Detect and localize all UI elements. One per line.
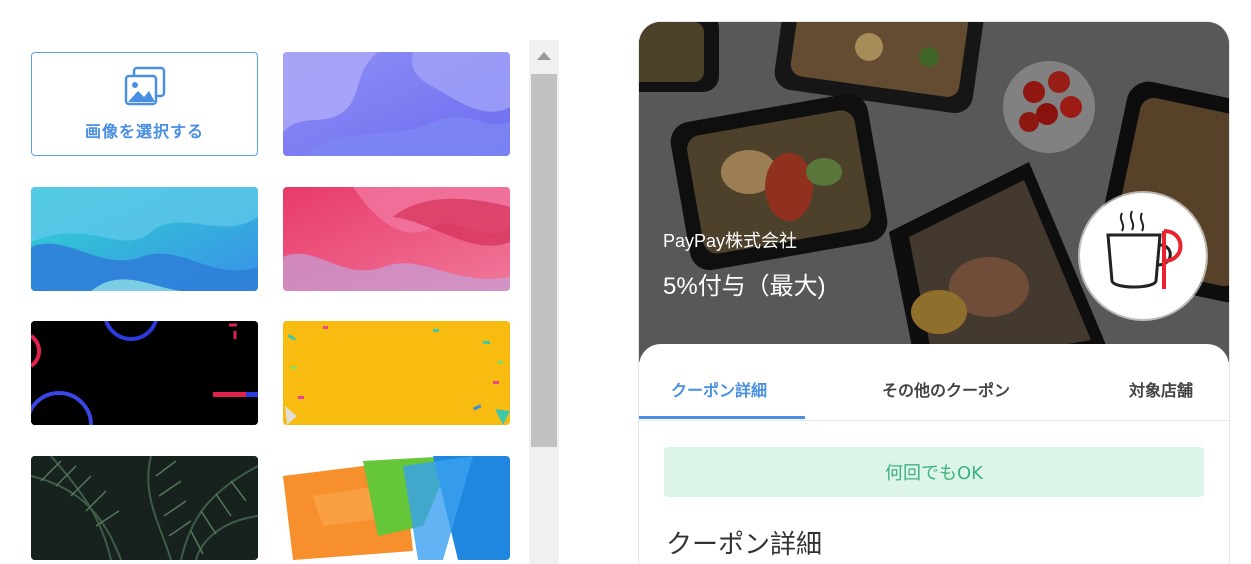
coupon-hero-image: PayPay株式会社 5%付与（最大) [639,22,1229,362]
coupon-benefit: 5%付与（最大) [663,273,826,300]
image-icon [124,66,166,110]
tab-coupon-details[interactable]: クーポン詳細 [671,377,767,401]
background-thumbnail[interactable] [31,456,258,560]
background-thumbnail[interactable] [283,321,510,425]
coupon-detail-sheet: クーポン詳細 その他のクーポン 対象店舗 何回でもOK クーポン詳細 [639,344,1229,564]
coupon-tabs: クーポン詳細 その他のクーポン 対象店舗 [639,344,1229,421]
active-tab-indicator [639,416,805,419]
coupon-preview: PayPay株式会社 5%付与（最大) クーポン詳細 その他のクーポン 対象店舗… [639,22,1229,564]
select-image-label: 画像を選択する [84,122,204,141]
tab-other-coupons[interactable]: その他のクーポン [882,377,1010,401]
background-thumbnail[interactable] [283,52,510,156]
scrollbar[interactable] [529,40,559,564]
background-thumbnail[interactable] [31,321,258,425]
select-image-button[interactable]: 画像を選択する [31,52,258,156]
scroll-up-arrow-icon[interactable] [537,52,551,60]
usage-limit-badge: 何回でもOK [664,447,1204,497]
section-title: クーポン詳細 [666,530,823,560]
background-thumbnail[interactable] [31,187,258,291]
background-thumbnail[interactable] [283,187,510,291]
background-picker: 画像を選択する [0,0,560,564]
company-name: PayPay株式会社 [663,231,798,251]
tab-target-stores[interactable]: 対象店舗 [1129,377,1193,401]
store-logo [1080,193,1206,319]
background-thumbnail[interactable] [283,456,510,560]
scroll-thumb[interactable] [531,74,557,447]
